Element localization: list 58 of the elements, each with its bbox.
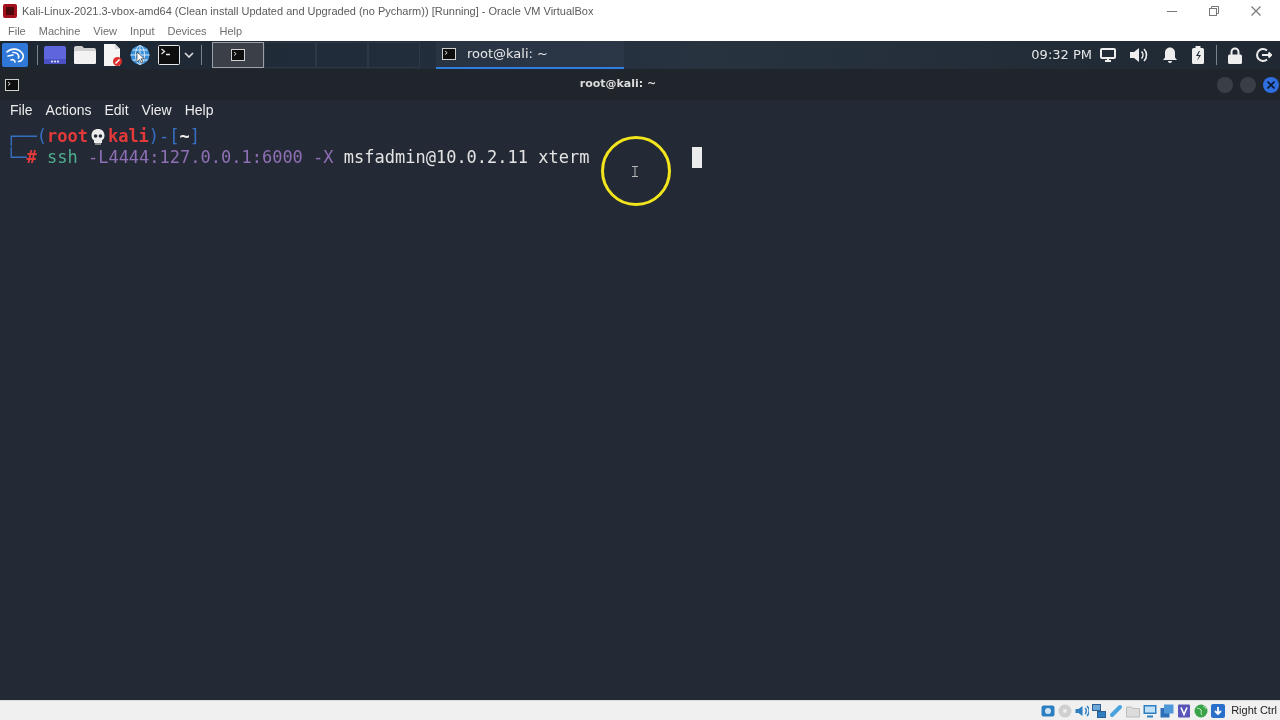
menu-item[interactable]: File: [8, 23, 26, 40]
caret-icon[interactable]: [184, 52, 194, 58]
terminal-cursor: [691, 147, 702, 168]
command-name: ssh: [46, 147, 78, 168]
workspace-button[interactable]: [212, 42, 264, 68]
prompt-frame: )-[: [148, 126, 180, 147]
clock-text: 09:32 PM: [1031, 46, 1092, 65]
v-badge-icon[interactable]: [1177, 703, 1192, 718]
restore-icon: [1209, 6, 1219, 16]
menu-item[interactable]: Edit: [104, 100, 129, 121]
window-title: Kali-Linux-2021.3-vbox-amd64 (Clean install Updated and Upgraded (no Pycharm)) [Running] - Oracle VM VirtualBox: [22, 3, 594, 19]
terminal-icon[interactable]: [158, 45, 180, 65]
folder-icon[interactable]: [74, 46, 96, 64]
prompt-host: kali: [107, 126, 149, 147]
terminal-icon: [5, 78, 19, 91]
terminal-icon: [231, 49, 245, 61]
prompt-frame: ]: [189, 126, 201, 147]
host-key-text: Right Ctrl: [1231, 703, 1277, 719]
globe-icon[interactable]: [130, 45, 150, 65]
lock-icon[interactable]: [1228, 46, 1242, 64]
battery-icon[interactable]: [1192, 46, 1204, 64]
logout-icon[interactable]: [1256, 47, 1272, 63]
usb-icon[interactable]: [1109, 703, 1124, 718]
terminal-icon: [442, 48, 456, 60]
arrow-down-icon[interactable]: [1211, 703, 1226, 718]
cursor-highlight-icon: [601, 136, 671, 206]
menu-item[interactable]: Help: [184, 100, 214, 121]
menu-item[interactable]: File: [10, 100, 33, 121]
prompt-directory: ~: [179, 126, 190, 147]
skull-icon: [90, 128, 105, 145]
prompt-user: root: [46, 126, 88, 147]
menu-item[interactable]: View: [141, 100, 172, 121]
dragon-logo-icon[interactable]: [2, 43, 28, 67]
close-icon: [1251, 6, 1261, 16]
taskbar-button[interactable]: root@kali: ~: [436, 41, 624, 69]
prompt-frame: ┌──(: [6, 126, 47, 147]
menu-item[interactable]: Actions: [45, 100, 92, 121]
command-options: -L4444:127.0.0.1:6000 -X: [87, 147, 334, 168]
app-icon: [3, 4, 17, 18]
menu-item[interactable]: Input: [129, 23, 155, 40]
text-cursor-icon: [632, 166, 638, 177]
prompt-symbol: #: [26, 147, 37, 168]
bell-icon[interactable]: [1162, 47, 1178, 63]
command-arguments: msfadmin@10.0.2.11 xterm: [343, 147, 590, 168]
close-icon: [1267, 80, 1275, 89]
menu-item[interactable]: Machine: [38, 23, 81, 40]
speaker-icon[interactable]: [1130, 47, 1148, 63]
minimize-icon: [1167, 10, 1177, 12]
windows-icon[interactable]: [1160, 703, 1175, 718]
network-icon[interactable]: [1092, 703, 1107, 718]
menu-item[interactable]: Help: [219, 23, 243, 40]
prompt-frame: └─: [6, 147, 27, 168]
document-icon[interactable]: [104, 44, 122, 66]
menu-item[interactable]: Devices: [167, 23, 207, 40]
monitor-icon[interactable]: [1100, 48, 1116, 62]
menu-item[interactable]: View: [93, 23, 117, 40]
window-title: root@kali: ~: [579, 76, 657, 93]
close-button[interactable]: [1263, 76, 1279, 93]
